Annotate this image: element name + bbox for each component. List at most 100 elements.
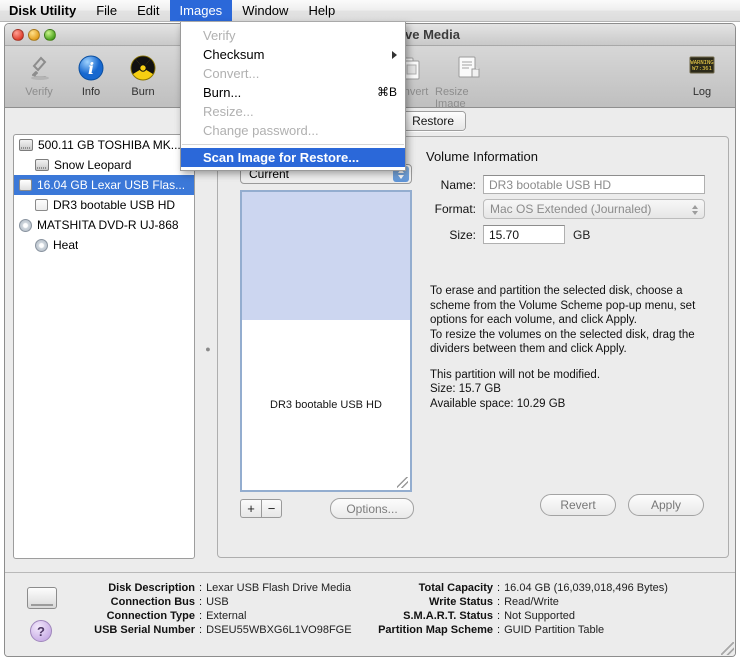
info-row: Total Capacity : 16.04 GB (16,039,018,49… <box>377 581 668 595</box>
device-list[interactable]: 500.11 GB TOSHIBA MK... Snow Leopard 16.… <box>13 134 195 559</box>
menu-item-verify[interactable]: Verify <box>181 26 405 45</box>
info-value: 16.04 GB (16,039,018,496 Bytes) <box>504 582 668 594</box>
name-input[interactable]: DR3 bootable USB HD <box>483 175 705 194</box>
size-label: Size: <box>449 227 476 242</box>
volume-icon <box>35 159 49 171</box>
partition-map[interactable]: DR3 bootable USB HD <box>240 190 412 492</box>
disk-info-left-column: Disk Description : Lexar USB Flash Drive… <box>69 581 352 637</box>
menu-item-label: Checksum <box>203 47 265 62</box>
list-item[interactable]: Heat <box>14 235 194 255</box>
menu-item-convert[interactable]: Convert... <box>181 64 405 83</box>
info-key: Connection Type <box>106 610 195 622</box>
revert-button[interactable]: Revert <box>540 494 616 516</box>
info-key: Connection Bus <box>110 596 195 608</box>
menu-item-label: Burn... <box>203 85 242 100</box>
menu-images[interactable]: Images <box>169 0 233 21</box>
burn-icon <box>128 51 158 85</box>
resize-grip-icon[interactable] <box>397 477 408 488</box>
toolbar-button-info[interactable]: i Info <box>65 51 117 98</box>
list-item[interactable]: MATSHITA DVD-R UJ-868 <box>14 215 194 235</box>
format-select[interactable]: Mac OS Extended (Journaled) <box>483 199 705 219</box>
info-key: Partition Map Scheme <box>378 624 493 636</box>
menu-item-label: Scan Image for Restore... <box>203 150 360 165</box>
size-unit-label: GB <box>573 227 591 242</box>
toolbar-button-resize-image[interactable]: Resize Image <box>435 51 501 110</box>
menu-window[interactable]: Window <box>232 0 298 21</box>
list-item[interactable]: DR3 bootable USB HD <box>14 195 194 215</box>
list-item[interactable]: Snow Leopard <box>14 155 194 175</box>
list-item-selected[interactable]: 16.04 GB Lexar USB Flas... <box>14 175 194 195</box>
hard-disk-icon <box>19 139 33 151</box>
menu-item-label: Convert... <box>203 66 260 81</box>
size-input[interactable]: 15.70 <box>483 225 565 244</box>
menu-item-label: Verify <box>203 28 236 43</box>
partition-free-space <box>242 192 410 320</box>
info-row: S.M.A.R.T. Status : Not Supported <box>377 609 668 623</box>
tab-restore[interactable]: Restore <box>401 112 466 130</box>
volume-icon <box>35 199 48 211</box>
info-separator: : <box>497 610 501 622</box>
options-button[interactable]: Options... <box>330 498 414 519</box>
close-button[interactable] <box>12 29 24 41</box>
submenu-arrow-icon <box>392 50 397 59</box>
list-item[interactable]: 500.11 GB TOSHIBA MK... <box>14 135 194 155</box>
menu-item-change-password[interactable]: Change password... <box>181 121 405 140</box>
disk-info-bar: ? Disk Description : Lexar USB Flash Dri… <box>5 572 735 656</box>
menu-item-checksum[interactable]: Checksum <box>181 45 405 64</box>
format-value: Mac OS Extended (Journaled) <box>490 202 652 216</box>
toolbar-button-log[interactable]: WARNING W7:361 Log <box>679 51 725 98</box>
info-icon: i <box>76 51 106 85</box>
help-button[interactable]: ? <box>30 620 52 642</box>
apply-button[interactable]: Apply <box>628 494 704 516</box>
info-row: Write Status : Read/Write <box>377 595 668 609</box>
menu-file[interactable]: File <box>86 0 127 21</box>
usb-disk-icon <box>19 179 32 191</box>
info-value: Lexar USB Flash Drive Media <box>206 582 351 594</box>
info-row: Partition Map Scheme : GUID Partition Ta… <box>377 623 668 637</box>
toolbar-button-verify[interactable]: Verify <box>13 51 65 98</box>
optical-disc-icon <box>35 238 48 252</box>
microscope-icon <box>24 51 54 85</box>
help-text-block: To erase and partition the selected disk… <box>430 284 720 411</box>
menu-item-label: Change password... <box>203 123 319 138</box>
svg-text:W7:361: W7:361 <box>692 66 712 72</box>
menu-item-shortcut: ⌘B <box>376 85 397 99</box>
list-item-label: 16.04 GB Lexar USB Flas... <box>37 178 186 192</box>
split-divider-handle[interactable]: ● <box>201 342 215 356</box>
content-area: 500.11 GB TOSHIBA MK... Snow Leopard 16.… <box>5 134 735 559</box>
format-field-row: Format: Mac OS Extended (Journaled) <box>418 199 705 219</box>
toolbar-button-burn[interactable]: Burn <box>117 51 169 98</box>
info-value: DSEU55WBXG6L1VO98FGE <box>206 624 352 636</box>
menu-edit[interactable]: Edit <box>127 0 169 21</box>
menu-separator <box>182 144 404 145</box>
menu-item-burn[interactable]: Burn... ⌘B <box>181 83 405 102</box>
volume-information-title: Volume Information <box>426 149 539 164</box>
menu-item-scan-image-for-restore[interactable]: Scan Image for Restore... <box>181 148 405 167</box>
remove-partition-button[interactable]: − <box>261 499 282 518</box>
info-separator: : <box>497 624 501 636</box>
info-key: Total Capacity <box>418 582 493 594</box>
info-value: USB <box>206 596 229 608</box>
window-controls <box>12 29 56 41</box>
partition-volume-block[interactable]: DR3 bootable USB HD <box>242 320 410 490</box>
toolbar-label-verify: Verify <box>25 86 53 98</box>
help-paragraph-1: To erase and partition the selected disk… <box>430 285 696 326</box>
selected-disk-icon <box>27 587 57 609</box>
add-partition-button[interactable]: + <box>240 499 261 518</box>
info-separator: : <box>199 582 203 594</box>
menu-item-resize[interactable]: Resize... <box>181 102 405 121</box>
toolbar-label-log: Log <box>692 86 712 98</box>
size-field-row: Size: 15.70 GB <box>418 225 590 244</box>
divider-dot-icon: ● <box>205 344 211 354</box>
info-separator: : <box>199 610 203 622</box>
zoom-button[interactable] <box>44 29 56 41</box>
status-line-1: This partition will not be modified. <box>430 368 601 381</box>
menu-app-title[interactable]: Disk Utility <box>0 0 86 21</box>
name-field-row: Name: DR3 bootable USB HD <box>418 175 705 194</box>
partition-add-remove-group: + − <box>240 499 282 518</box>
window-resize-corner[interactable] <box>721 642 734 655</box>
info-row: Connection Type : External <box>69 609 352 623</box>
menu-help[interactable]: Help <box>298 0 345 21</box>
minimize-button[interactable] <box>28 29 40 41</box>
toolbar-label-burn: Burn <box>131 86 155 98</box>
